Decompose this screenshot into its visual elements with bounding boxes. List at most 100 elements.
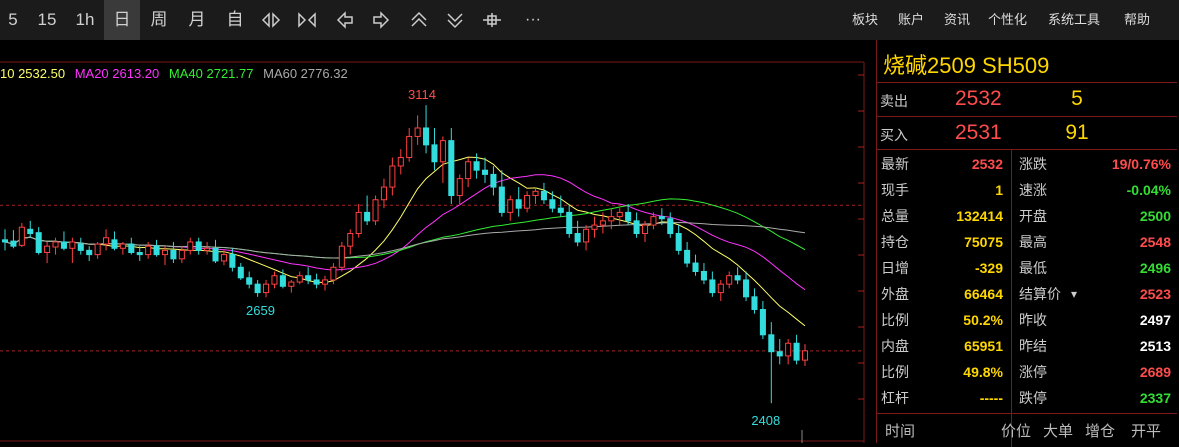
menu-sector[interactable]: 板块: [852, 0, 878, 40]
candle-body: [296, 275, 303, 283]
quote-label: 杠杆: [881, 390, 909, 406]
period-15min-button[interactable]: 15: [30, 0, 64, 40]
candle-body: [726, 275, 733, 285]
candle-body: [776, 351, 783, 357]
candle-body: [263, 283, 270, 294]
quote-value: 49.8%: [963, 364, 1003, 380]
quote-value: 2548: [1139, 234, 1171, 250]
candle-body: [271, 275, 278, 285]
col-open-close[interactable]: 开平: [1131, 420, 1161, 441]
candle-body: [397, 157, 404, 167]
menu-news[interactable]: 资讯: [944, 0, 970, 40]
candle-body: [524, 195, 531, 209]
candle-body: [439, 140, 446, 163]
menu-account[interactable]: 账户: [898, 0, 924, 40]
period-custom-button[interactable]: 自: [218, 0, 252, 40]
candle-body: [633, 220, 640, 235]
settle-dropdown-icon[interactable]: ▾: [1071, 281, 1077, 307]
period-month-button[interactable]: 月: [180, 0, 214, 40]
candle-body: [456, 178, 463, 197]
quote-label: 总量: [881, 208, 909, 224]
candle-body: [364, 211, 371, 222]
quote-value: -----: [979, 390, 1003, 406]
menu-personalize[interactable]: 个性化: [988, 0, 1027, 40]
quote-value: 2513: [1139, 338, 1171, 354]
candle-body: [111, 239, 118, 249]
tick-header: 时间 价位 大单 增仓 开平: [877, 413, 1177, 444]
candle-body: [212, 247, 219, 262]
quote-value: 2689: [1139, 364, 1171, 380]
candle-body: [246, 277, 253, 285]
candle-body: [465, 161, 472, 180]
quote-label[interactable]: 结算价: [1019, 281, 1061, 307]
col-time[interactable]: 时间: [885, 420, 915, 441]
arrow-left-icon[interactable]: [330, 0, 360, 40]
quote-label: 最高: [1019, 234, 1047, 250]
candle-body: [684, 249, 691, 264]
candle-body: [768, 334, 775, 353]
candle-body: [313, 279, 320, 285]
candle-body: [625, 211, 632, 222]
quote-row-L1: 现手 1: [877, 177, 1003, 203]
candle-body: [549, 199, 556, 209]
more-icon[interactable]: ···: [516, 0, 550, 40]
candle-body: [44, 245, 51, 254]
candle-body: [372, 199, 379, 222]
period-week-button[interactable]: 周: [142, 0, 176, 40]
quote-label: 最低: [1019, 260, 1047, 276]
low-label: 2408: [751, 413, 780, 428]
collapse-horizontal-icon[interactable]: [292, 0, 322, 40]
candle-body: [145, 245, 152, 256]
candle-body: [591, 224, 598, 230]
quote-panel: 烧碱2509 SH509 卖出 2532 5 买入 2531 91 最新 2532…: [876, 40, 1179, 447]
quote-row-L3: 持仓 75075: [877, 229, 1003, 255]
quote-value: 2497: [1139, 312, 1171, 328]
candle-body: [195, 241, 202, 251]
menu-help[interactable]: 帮助: [1124, 0, 1150, 40]
chevron-down-double-icon[interactable]: [440, 0, 470, 40]
quote-label: 昨收: [1019, 312, 1047, 328]
ma10-legend: 10 2532.50: [0, 66, 66, 81]
candle-body: [658, 216, 665, 220]
quote-value: 65951: [964, 338, 1003, 354]
candle-body: [60, 241, 67, 249]
candle-body: [1, 239, 9, 243]
menu-system-tools[interactable]: 系统工具: [1048, 0, 1100, 40]
candle-body: [793, 342, 800, 361]
quote-value: 19/0.76%: [1111, 156, 1171, 172]
candle-body: [153, 245, 160, 256]
quote-label: 速涨: [1019, 182, 1047, 198]
ma10-line: [4, 156, 806, 327]
candle-body: [692, 262, 699, 272]
candle-body: [490, 173, 497, 188]
period-day-button[interactable]: 日: [104, 0, 140, 40]
candle-body: [94, 243, 101, 256]
col-add-position[interactable]: 增仓: [1085, 420, 1115, 441]
period-1h-button[interactable]: 1h: [68, 0, 102, 40]
col-price[interactable]: 价位: [1001, 420, 1031, 441]
buy-row[interactable]: 买入 2531 91: [877, 116, 1177, 151]
candle-body: [321, 279, 329, 285]
candle-body: [204, 247, 211, 251]
crosshair-icon[interactable]: [476, 0, 506, 40]
expand-horizontal-icon[interactable]: [256, 0, 286, 40]
kline-chart[interactable]: 3114 2659 2408: [0, 40, 866, 443]
chevron-up-double-icon[interactable]: [404, 0, 434, 40]
sell-row[interactable]: 卖出 2532 5: [877, 82, 1177, 117]
period-5min-button[interactable]: 5: [0, 0, 26, 40]
arrow-right-icon[interactable]: [366, 0, 396, 40]
ma60-legend: MA60 2776.32: [263, 66, 348, 81]
quote-value: 50.2%: [963, 312, 1003, 328]
col-big-order[interactable]: 大单: [1043, 420, 1073, 441]
candle-body: [52, 241, 59, 248]
candle-body: [288, 281, 295, 287]
candle-body: [136, 252, 143, 256]
quote-value: 2500: [1139, 208, 1171, 224]
quote-value: 1: [995, 182, 1003, 198]
sell-price: 2532: [955, 87, 1002, 110]
candle-body: [717, 283, 724, 294]
quote-row-R6: 昨收 2497: [1015, 307, 1171, 333]
candle-body: [583, 228, 590, 243]
quote-row-R7: 昨结 2513: [1015, 333, 1171, 359]
quote-row-L7: 内盘 65951: [877, 333, 1003, 359]
